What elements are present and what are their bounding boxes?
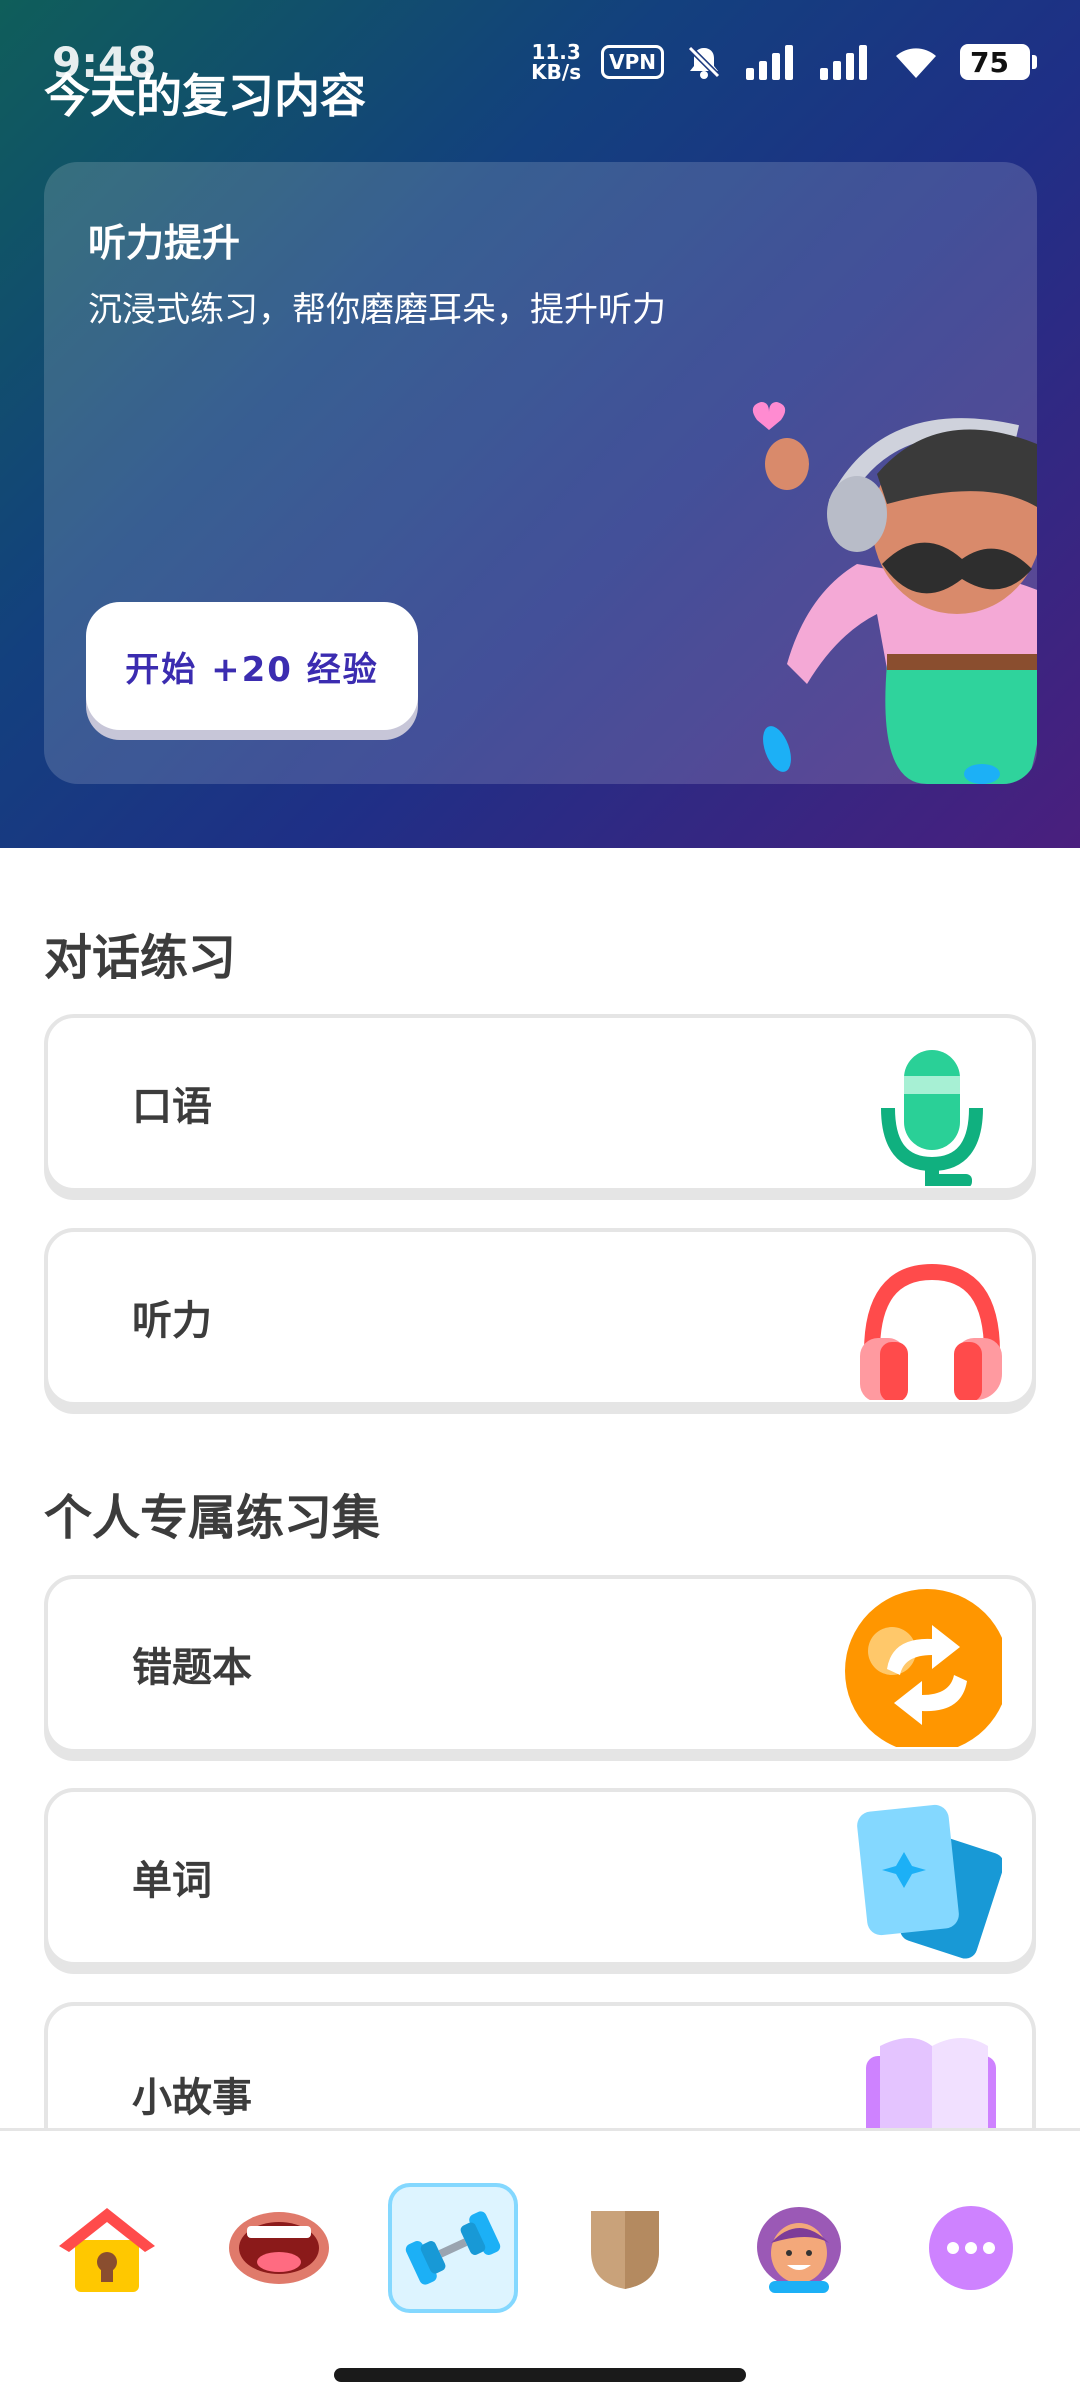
network-speed: 11.3 KB/s [531, 40, 582, 84]
signal-icon [746, 45, 793, 80]
battery-indicator: 75 [960, 44, 1037, 80]
bottom-navigation [0, 2128, 1080, 2403]
listening-label: 听力 [132, 1298, 212, 1344]
listening-practice-card[interactable]: 听力 [44, 1228, 1036, 1406]
mouth-icon [229, 2212, 329, 2284]
conversation-section-title: 对话练习 [44, 930, 237, 986]
nav-practice[interactable] [388, 2183, 518, 2313]
personal-section-title: 个人专属练习集 [44, 1490, 381, 1546]
refresh-icon [845, 1589, 1002, 1747]
nav-home[interactable] [42, 2183, 172, 2313]
mistakes-label: 错题本 [132, 1645, 252, 1691]
signal-icon-2 [820, 45, 867, 80]
speaking-practice-card[interactable]: 口语 [44, 1014, 1036, 1192]
home-indicator[interactable] [334, 2368, 746, 2382]
cards-icon [857, 1804, 1002, 1959]
speaking-label: 口语 [132, 1084, 212, 1130]
nav-speak[interactable] [214, 2183, 344, 2313]
more-icon [929, 2206, 1013, 2290]
page-title: 今天的复习内容 [44, 69, 366, 123]
wifi-icon [896, 48, 936, 78]
character-with-headphones-illustration [752, 402, 1037, 784]
start-button[interactable]: 开始 +20 经验 [86, 602, 418, 730]
house-icon [59, 2208, 155, 2292]
promo-title: 听力提升 [88, 221, 241, 265]
nav-league[interactable] [560, 2183, 690, 2313]
mute-icon [687, 45, 721, 79]
promo-description: 沉浸式练习，帮你磨磨耳朵，提升听力 [88, 290, 666, 330]
vocabulary-card[interactable]: 单词 [44, 1788, 1036, 1966]
mistakes-notebook-card[interactable]: 错题本 [44, 1575, 1036, 1753]
stories-label: 小故事 [132, 2075, 252, 2121]
microphone-icon [881, 1050, 983, 1186]
vocabulary-label: 单词 [132, 1858, 212, 1904]
status-icons: 11.3 KB/s VPN 75 [531, 38, 1037, 86]
vpn-badge: VPN [601, 45, 664, 79]
header-banner: 9:48 11.3 KB/s VPN 75 今天的复习内容 听力提升 沉浸式练习… [0, 0, 1080, 848]
dumbbell-icon [405, 2211, 501, 2285]
shield-icon [591, 2211, 659, 2289]
headphones-icon [860, 1263, 1002, 1400]
nav-more[interactable] [906, 2183, 1036, 2313]
listening-promo-card[interactable]: 听力提升 沉浸式练习，帮你磨磨耳朵，提升听力 开始 +20 经验 [44, 162, 1037, 784]
avatar-icon [757, 2207, 841, 2293]
nav-profile[interactable] [734, 2183, 864, 2313]
